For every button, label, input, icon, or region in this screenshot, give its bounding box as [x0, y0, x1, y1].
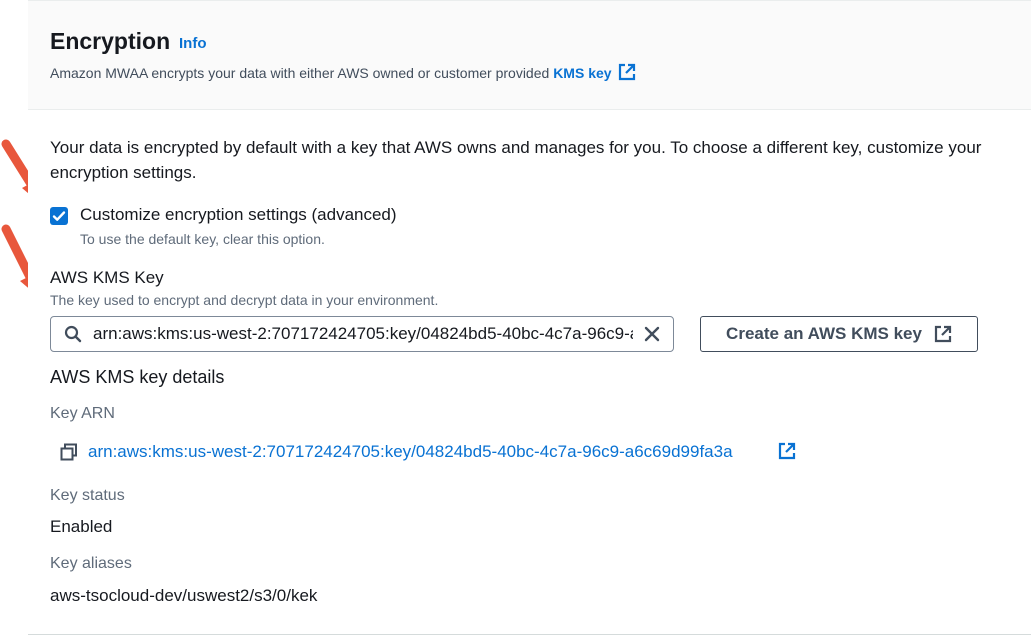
key-status-value: Enabled — [50, 517, 113, 536]
external-link-icon — [934, 325, 952, 343]
create-kms-key-label: Create an AWS KMS key — [726, 324, 922, 343]
intro-text: Your data is encrypted by default with a… — [50, 138, 982, 182]
kms-key-description: The key used to encrypt and decrypt data… — [50, 292, 439, 308]
key-arn-label: Key ARN — [50, 405, 115, 422]
create-kms-key-button[interactable]: Create an AWS KMS key — [700, 316, 978, 352]
kms-key-label: AWS KMS Key — [50, 268, 164, 287]
kms-key-link[interactable]: KMS key — [553, 63, 635, 81]
kms-key-link-label: KMS key — [553, 65, 612, 81]
header-description-text: Amazon MWAA encrypts your data with eith… — [50, 65, 554, 81]
checkbox-label[interactable]: Customize encryption settings (advanced) — [80, 205, 397, 225]
key-arn-link[interactable]: arn:aws:kms:us-west-2:707172424705:key/0… — [88, 442, 733, 462]
copy-icon[interactable] — [60, 443, 78, 461]
key-status-label: Key status — [50, 487, 125, 504]
clear-icon[interactable] — [644, 326, 660, 342]
key-aliases-value: aws-tsocloud-dev/uswest2/s3/0/kek — [50, 586, 318, 605]
section-title: Encryption — [50, 28, 171, 54]
kms-key-search[interactable] — [50, 316, 674, 352]
checkbox-description: To use the default key, clear this optio… — [80, 231, 325, 247]
kms-key-input[interactable] — [93, 321, 633, 347]
checkmark-icon — [52, 211, 66, 221]
details-title: AWS KMS key details — [50, 367, 225, 387]
search-icon — [64, 325, 82, 343]
external-link-icon — [618, 63, 635, 81]
header-description: Amazon MWAA encrypts your data with eith… — [50, 63, 636, 81]
key-aliases-label: Key aliases — [50, 555, 132, 572]
customize-encryption-checkbox[interactable] — [50, 207, 68, 225]
info-link[interactable]: Info — [179, 35, 207, 52]
encryption-panel: Encryption Info Amazon MWAA encrypts you… — [28, 0, 1031, 635]
external-link-icon[interactable] — [778, 442, 796, 460]
panel-header: Encryption Info Amazon MWAA encrypts you… — [28, 1, 1031, 110]
